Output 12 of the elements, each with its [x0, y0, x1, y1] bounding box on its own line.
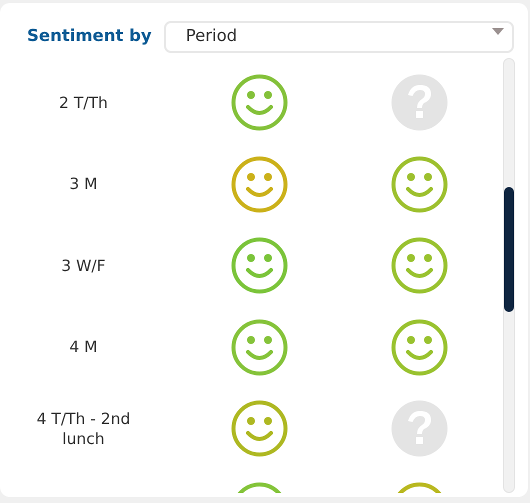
period-dropdown[interactable]: Period — [164, 20, 514, 52]
sentiment-by-label: Sentiment by — [27, 25, 152, 48]
scrollbar[interactable] — [503, 58, 515, 493]
period-label: 4 M — [68, 337, 99, 358]
period-label: 3 M — [68, 174, 99, 194]
period-label: 2 T/Th — [58, 92, 109, 113]
question-icon — [391, 74, 448, 132]
caret-icon — [492, 28, 504, 36]
question-icon — [391, 400, 448, 458]
period-label: 3 W/F — [60, 256, 107, 276]
scrollbar-thumb[interactable] — [504, 187, 514, 312]
period-label: 4 T/Th - 2nd lunch — [36, 408, 132, 449]
